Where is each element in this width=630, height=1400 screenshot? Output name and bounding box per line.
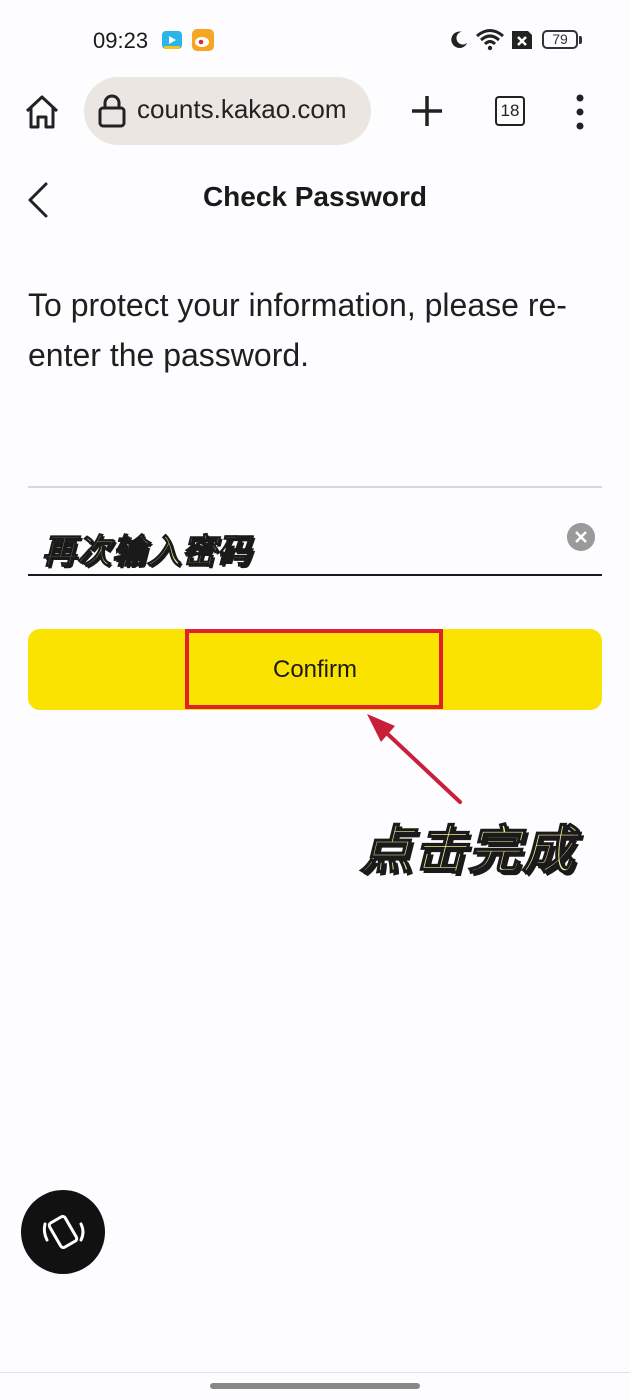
status-time: 09:23 [93,28,149,53]
instructions-text: To protect your information, please re-e… [28,287,567,373]
password-overlay-label: 再次输入密码 [41,532,252,571]
gesture-nav-handle[interactable] [210,1383,420,1389]
rotate-icon [42,1214,85,1250]
url-bar[interactable]: counts.kakao.com [84,77,371,145]
moon-icon [451,31,468,48]
rotate-screen-button[interactable] [21,1190,105,1274]
bottom-divider [0,1372,630,1373]
url-text[interactable]: counts.kakao.com [137,94,347,125]
pointer-arrow-icon [367,714,462,804]
lock-icon[interactable] [96,94,128,128]
tabs-icon[interactable]: 18 [495,96,525,126]
divider [28,486,602,488]
highlight-box [185,629,443,709]
battery-icon: 79 [542,30,578,49]
weibo-icon [192,29,214,51]
clear-input-icon[interactable] [567,523,595,551]
more-vert-icon[interactable] [568,93,592,131]
no-sim-icon [512,31,532,49]
wifi-icon [476,29,504,51]
page-title: Check Password [202,181,428,212]
video-app-icon [162,31,182,49]
home-icon[interactable] [22,92,62,132]
plus-icon[interactable] [408,91,446,131]
password-input[interactable]: 再次输入密码 [28,510,602,576]
status-bar: 09:23 79 [0,0,630,80]
battery-tip [579,36,582,44]
tap-instruction-label: 点击完成 [359,821,577,881]
